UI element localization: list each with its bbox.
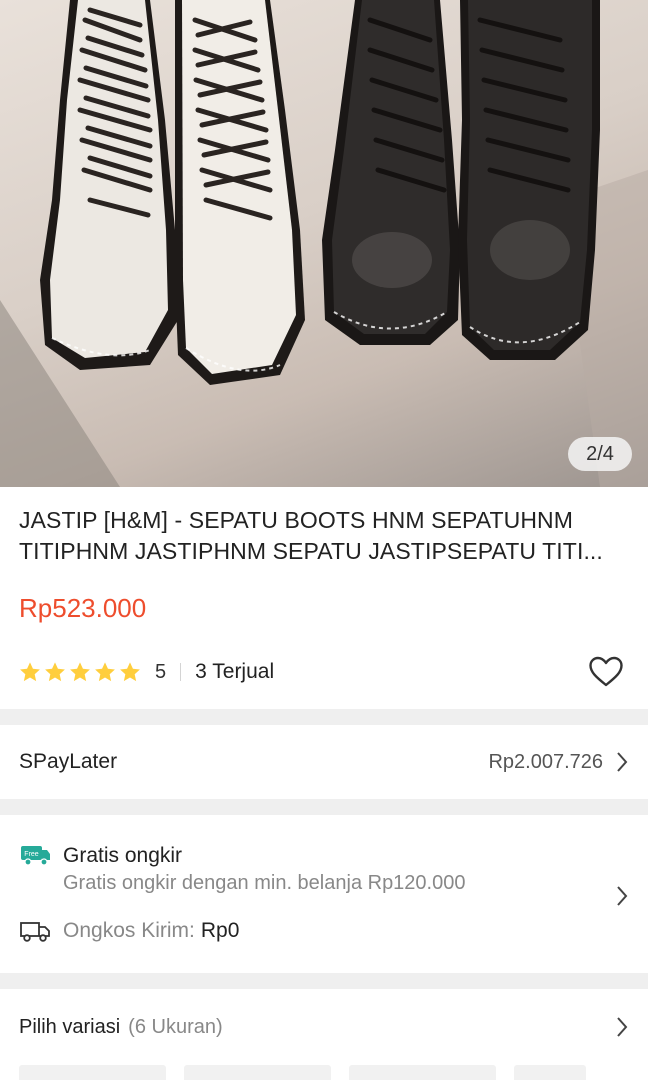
variant-count: (6 Ukuran) [128, 1015, 223, 1038]
variant-options [0, 1065, 648, 1080]
star-icon [45, 662, 65, 682]
shipping-cost-row: Ongkos Kirim: Rp0 [19, 919, 629, 943]
shipping-cost-label: Ongkos Kirim: [63, 919, 195, 942]
product-price: Rp523.000 [19, 593, 147, 623]
chevron-right-icon [617, 1017, 628, 1037]
chevron-right-icon [617, 752, 628, 772]
free-badge-text: Free [24, 851, 39, 858]
star-icon [120, 662, 140, 682]
variant-option[interactable] [514, 1065, 586, 1080]
spaylater-label: SPayLater [19, 750, 118, 773]
free-shipping-row: Free Gratis ongkir Gratis ongkir dengan … [19, 843, 629, 897]
free-shipping-icon: Free [21, 846, 50, 866]
section-divider [0, 973, 648, 989]
boots-photo [0, 0, 648, 487]
variant-option[interactable] [19, 1065, 166, 1080]
shipping-cost-value: Rp0 [200, 919, 240, 942]
variant-label: Pilih variasi [19, 1015, 121, 1038]
shipping-section[interactable]: Free Gratis ongkir Gratis ongkir dengan … [0, 815, 648, 973]
rating-value: 5 [155, 660, 167, 683]
sold-count: 3 Terjual [195, 660, 275, 683]
image-counter: 2/4 [568, 437, 632, 471]
product-title: JASTIP [H&M] - SEPATU BOOTS HNM SEPATUHN… [19, 507, 603, 564]
variant-option[interactable] [349, 1065, 496, 1080]
rating-row: 5 3 Terjual [19, 654, 629, 690]
rating-stars [19, 661, 141, 683]
shipping-subtitle: Gratis ongkir dengan min. belanja Rp120.… [63, 872, 466, 894]
star-icon [20, 662, 40, 682]
product-image[interactable]: 2/4 [0, 0, 648, 487]
star-icon [95, 662, 115, 682]
chevron-right-icon [617, 886, 628, 906]
section-divider [0, 709, 648, 725]
truck-icon [20, 922, 50, 942]
star-icon [70, 662, 90, 682]
divider [180, 663, 182, 681]
heart-icon[interactable] [588, 656, 624, 688]
spaylater-row[interactable]: SPayLater Rp2.007.726 [0, 725, 648, 799]
product-info: JASTIP [H&M] - SEPATU BOOTS HNM SEPATUHN… [0, 487, 648, 690]
section-divider [0, 799, 648, 815]
variant-option[interactable] [184, 1065, 331, 1080]
spaylater-amount: Rp2.007.726 [488, 750, 603, 773]
shipping-title: Gratis ongkir [63, 844, 183, 867]
variant-row[interactable]: Pilih variasi (6 Ukuran) [0, 989, 648, 1065]
